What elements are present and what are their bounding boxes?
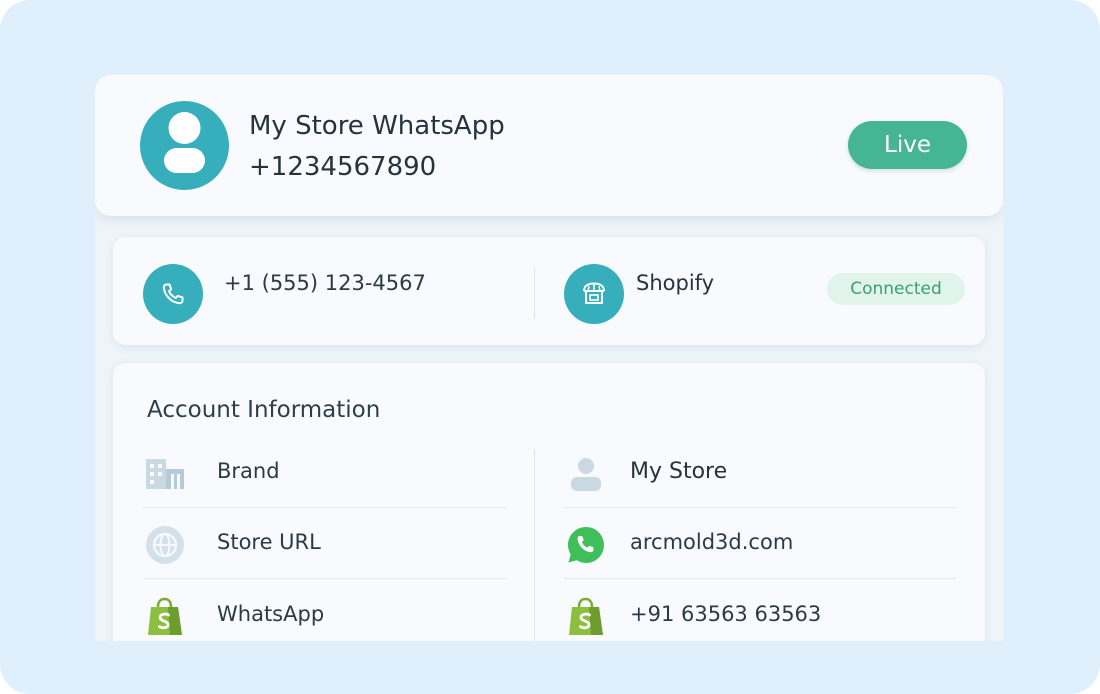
card-divider: [534, 267, 535, 319]
shopify-bag-icon: [143, 597, 187, 637]
store-panel: My Store WhatsApp +1234567890 Live +1 (5…: [95, 75, 1003, 641]
list-item-brand: Brand: [143, 438, 507, 508]
account-info-title: Account Information: [147, 397, 381, 423]
profile-phone: +1234567890: [249, 152, 437, 182]
account-information-card: Account Information Brand Store URL What…: [113, 363, 985, 641]
profile-name: My Store WhatsApp: [249, 111, 505, 141]
field-value-store-url[interactable]: arcmold3d.com: [630, 530, 793, 554]
list-item-whatsapp: WhatsApp: [143, 581, 507, 641]
field-value-brand: My Store: [630, 459, 728, 484]
avatar[interactable]: [140, 101, 229, 190]
phone-icon[interactable]: [143, 264, 203, 324]
app-background: My Store WhatsApp +1234567890 Live +1 (5…: [0, 0, 1100, 694]
field-label-whatsapp: WhatsApp: [217, 602, 325, 626]
store-icon[interactable]: [564, 264, 624, 324]
list-item-whatsapp-value: +91 63563 63563: [564, 581, 956, 641]
user-icon: [564, 454, 608, 494]
connected-status-badge: Connected: [827, 273, 965, 305]
contact-phone[interactable]: +1 (555) 123-4567: [224, 271, 426, 295]
profile-header-card: My Store WhatsApp +1234567890 Live: [95, 75, 1003, 216]
contact-integration-card: +1 (555) 123-4567 Shopify Connected: [113, 237, 985, 345]
field-label-store-url: Store URL: [217, 530, 321, 554]
list-item-store-url-value: arcmold3d.com: [564, 509, 956, 579]
column-divider: [534, 449, 535, 641]
globe-icon: [143, 525, 187, 565]
list-item-brand-value: My Store: [564, 438, 956, 508]
integration-platform: Shopify: [636, 271, 715, 295]
shopify-bag-icon: [564, 597, 608, 637]
live-status-button[interactable]: Live: [848, 121, 967, 169]
whatsapp-icon: [564, 525, 608, 565]
building-icon: [143, 454, 187, 494]
user-avatar-icon: [164, 112, 205, 173]
field-value-whatsapp[interactable]: +91 63563 63563: [630, 602, 821, 626]
field-label-brand: Brand: [217, 459, 280, 483]
list-item-store-url: Store URL: [143, 509, 507, 579]
